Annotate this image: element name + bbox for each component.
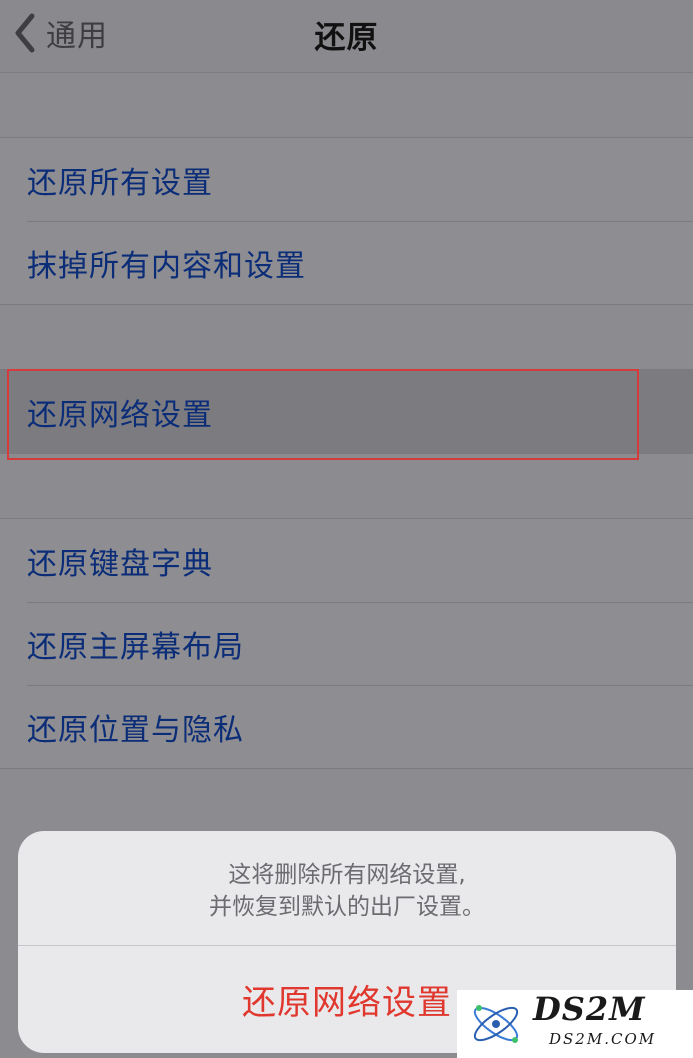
- list-item-label: 还原网络设置: [27, 397, 213, 433]
- watermark-brand: DS2M: [533, 990, 646, 1028]
- reset-group-3: 还原键盘字典 还原主屏幕布局 还原位置与隐私: [0, 518, 693, 769]
- reset-group-2: 还原网络设置: [0, 369, 693, 454]
- erase-all-content-item[interactable]: 抹掉所有内容和设置: [0, 221, 693, 304]
- watermark-domain: DS2M.COM: [549, 1030, 657, 1048]
- message-line-2: 并恢复到默认的出厂设置。: [209, 894, 485, 920]
- action-sheet-message: 这将删除所有网络设置, 并恢复到默认的出厂设置。: [18, 831, 676, 946]
- reset-home-screen-layout-item[interactable]: 还原主屏幕布局: [0, 602, 693, 685]
- reset-all-settings-item[interactable]: 还原所有设置: [0, 138, 693, 221]
- atom-logo-icon: [473, 1005, 519, 1043]
- list-item-label: 还原主屏幕布局: [27, 629, 244, 665]
- list-item-label: 还原所有设置: [27, 165, 213, 201]
- list-item-label: 抹掉所有内容和设置: [27, 248, 306, 284]
- watermark: DS2M DS2M.COM: [457, 990, 693, 1058]
- reset-group-1: 还原所有设置 抹掉所有内容和设置: [0, 137, 693, 305]
- list-item-label: 还原位置与隐私: [27, 712, 244, 748]
- reset-network-settings-item[interactable]: 还原网络设置: [0, 370, 693, 453]
- message-line-1: 这将删除所有网络设置,: [228, 862, 466, 888]
- reset-keyboard-dictionary-item[interactable]: 还原键盘字典: [0, 519, 693, 602]
- page-title: 还原: [314, 20, 379, 56]
- list-item-label: 还原键盘字典: [27, 546, 213, 582]
- reset-location-privacy-item[interactable]: 还原位置与隐私: [0, 685, 693, 768]
- navigation-bar: 通用 还原: [0, 0, 693, 73]
